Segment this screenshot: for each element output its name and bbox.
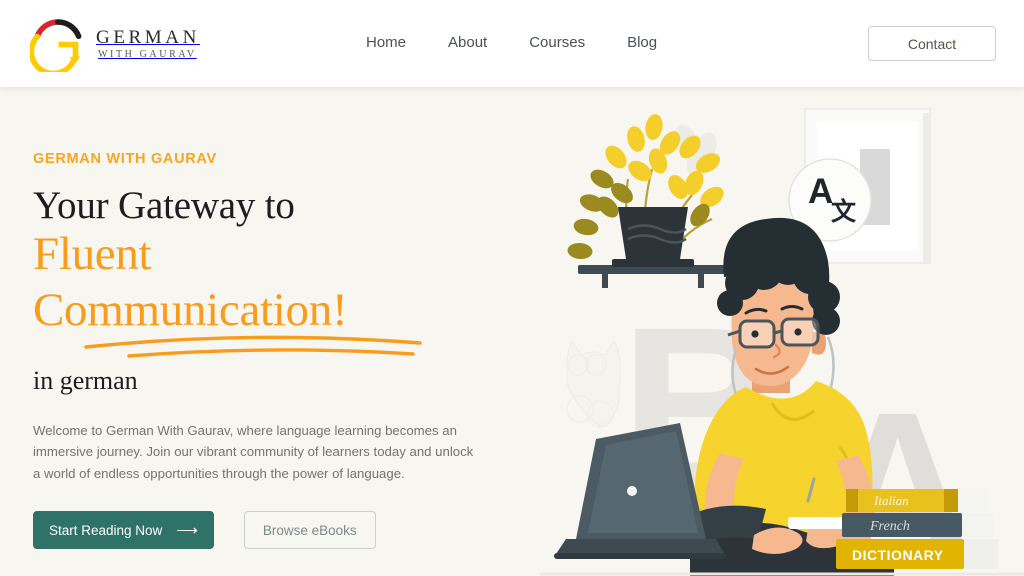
start-reading-now-button[interactable]: Start Reading Now ⟶ xyxy=(33,511,214,550)
book-label-italian: Italian xyxy=(873,493,909,508)
hero-heading-accent-line1: Fluent xyxy=(33,228,152,281)
brand-title: GERMAN xyxy=(96,26,200,48)
hero-copy: GERMAN WITH GAURAV Your Gateway to Fluen… xyxy=(33,151,533,550)
site-header: GERMAN WITH GAURAV Home About Courses Bl… xyxy=(0,0,1024,87)
hero-eyebrow: GERMAN WITH GAURAV xyxy=(33,151,217,167)
svg-text:A: A xyxy=(808,172,833,211)
hero-heading-accent-line2: Communication! xyxy=(33,283,348,336)
book-label-french: French xyxy=(869,519,910,534)
hero-heading-line1: Your Gateway to xyxy=(33,183,295,227)
brand-subtitle: WITH GAURAV xyxy=(98,48,197,60)
hero-cta-row: Start Reading Now ⟶ Browse eBooks xyxy=(33,511,533,550)
svg-text:文: 文 xyxy=(831,197,857,226)
start-reading-now-label: Start Reading Now xyxy=(49,522,163,538)
hero-paragraph: Welcome to German With Gaurav, where lan… xyxy=(33,423,474,481)
primary-navigation: Home About Courses Blog xyxy=(366,32,657,54)
arrow-right-icon: ⟶ xyxy=(176,521,198,539)
german-flag-circle-g-logo-icon xyxy=(28,16,86,76)
hero-heading-sub: in german xyxy=(33,366,138,396)
hero-heading-accent-wrap: Communication! xyxy=(33,283,422,358)
cat-silhouette xyxy=(566,339,621,428)
brand-logo-link[interactable]: GERMAN WITH GAURAV xyxy=(28,16,200,76)
contact-button[interactable]: Contact xyxy=(868,26,996,61)
nav-item-courses[interactable]: Courses xyxy=(529,32,585,54)
nav-item-blog[interactable]: Blog xyxy=(627,32,657,54)
nav-item-home[interactable]: Home xyxy=(366,32,406,54)
landing-page: GERMAN WITH GAURAV Home About Courses Bl… xyxy=(0,0,1024,576)
hero-section: GERMAN WITH GAURAV Your Gateway to Fluen… xyxy=(0,87,1024,576)
browse-ebooks-button[interactable]: Browse eBooks xyxy=(243,511,376,550)
potted-plant xyxy=(567,114,724,267)
hero-illustration: B A A 文 DICTIONARY French Italian xyxy=(540,87,1024,576)
book-label-dictionary: DICTIONARY xyxy=(852,547,944,563)
nav-item-about[interactable]: About xyxy=(448,32,487,54)
book-stack: DICTIONARY French Italian xyxy=(836,489,998,569)
